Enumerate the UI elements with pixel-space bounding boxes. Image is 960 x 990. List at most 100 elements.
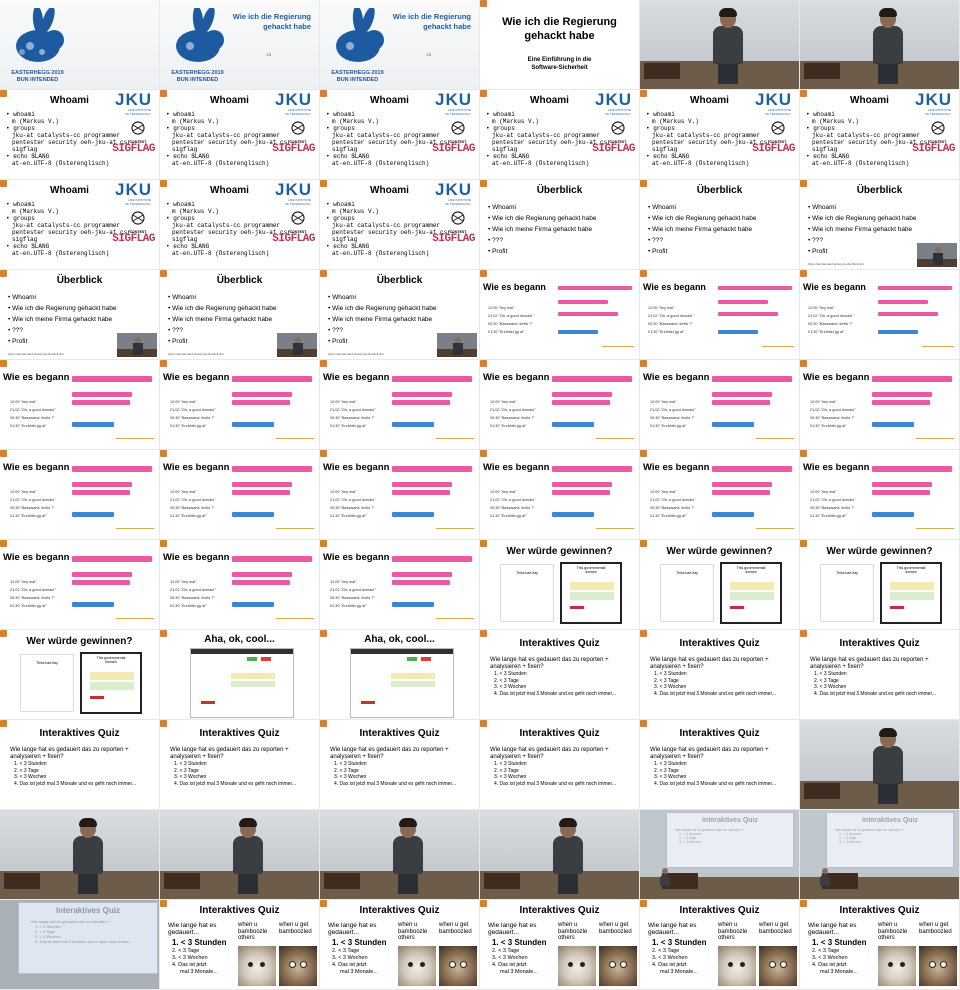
slide-whoami[interactable]: Whoami JKU LINZ INSTITUTE OF TECHNOLOGY … <box>320 180 480 270</box>
slide-ueberblick[interactable]: Überblick Whoami Wie ich die Regierung g… <box>0 270 160 360</box>
slide-chat[interactable]: Wie es begann 12:00 "hey mal" 21:02 "Oh,… <box>160 360 320 450</box>
slide-ueberblick[interactable]: Überblick Whoami Wie ich die Regierung g… <box>800 180 960 270</box>
slide-chat[interactable]: Wie es begann 12:00 "hey mal" 21:02 "Oh,… <box>640 270 800 360</box>
quiz-option[interactable]: mal 3 Monate... <box>652 969 698 976</box>
quiz-option[interactable]: mal 3 Monate... <box>332 969 378 976</box>
quiz-option-highlight[interactable]: 1. < 3 Stunden <box>812 938 866 947</box>
slide-chat[interactable]: Wie es begann 12:00 "hey mal" 21:02 "Oh,… <box>640 450 800 540</box>
quiz-option[interactable]: 4. Das ist jetzt mal 3 Monate und es geh… <box>334 781 456 788</box>
slide-chat[interactable]: Wie es begann 12:00 "hey mal" 21:02 "Oh,… <box>0 450 160 540</box>
video-projection[interactable]: Interaktives Quiz Wie lange hat es gedau… <box>800 810 960 900</box>
video-speaker[interactable] <box>0 810 160 900</box>
quiz-option[interactable]: 3. < 3 Wochen <box>172 955 218 962</box>
quiz-option[interactable]: 4. Das ist jetzt <box>172 962 218 969</box>
quiz-option[interactable]: 4. Das ist jetzt mal 3 Monate und es geh… <box>14 781 136 788</box>
slide-whoami[interactable]: Whoami JKU LINZ INSTITUTE OF TECHNOLOGY … <box>800 90 960 180</box>
quiz-option-highlight[interactable]: 1. < 3 Stunden <box>172 938 226 947</box>
slide-quiz-meme[interactable]: Interaktives Quiz Wie lange hat es gedau… <box>640 900 800 990</box>
slide-chat[interactable]: Wie es begann 12:00 "hey mal" 21:02 "Oh,… <box>640 360 800 450</box>
slide-quiz-meme[interactable]: Interaktives Quiz Wie lange hat es gedau… <box>320 900 480 990</box>
slide-whoami[interactable]: Whoami JKU LINZ INSTITUTE OF TECHNOLOGY … <box>0 90 160 180</box>
slide-quiz-meme[interactable]: Interaktives Quiz Wie lange hat es gedau… <box>160 900 320 990</box>
slide-whoami[interactable]: Whoami JKU LINZ INSTITUTE OF TECHNOLOGY … <box>160 90 320 180</box>
slide-quiz[interactable]: Interaktives Quiz Wie lange hat es gedau… <box>320 720 480 810</box>
slide-whoami[interactable]: Whoami JKU LINZ INSTITUTE OF TECHNOLOGY … <box>0 180 160 270</box>
slide-aha[interactable]: Aha, ok, cool... <box>320 630 480 720</box>
slide-chat[interactable]: Wie es begann 12:00 "hey mal" 21:02 "Oh,… <box>800 360 960 450</box>
slide-quiz[interactable]: Interaktives Quiz Wie lange hat es gedau… <box>480 630 640 720</box>
quiz-option[interactable]: 4. Das ist jetzt mal 3 Monate und es geh… <box>654 691 776 698</box>
slide-quiz[interactable]: Interaktives Quiz Wie lange hat es gedau… <box>160 720 320 810</box>
slide-whoami[interactable]: Whoami JKU LINZ INSTITUTE OF TECHNOLOGY … <box>480 90 640 180</box>
video-speaker[interactable] <box>800 0 960 90</box>
footnote-link[interactable]: https://derstandard.at/story/ueberblick-… <box>8 352 64 356</box>
video-speaker[interactable] <box>800 720 960 810</box>
quiz-option[interactable]: mal 3 Monate... <box>172 969 218 976</box>
video-speaker[interactable] <box>320 810 480 900</box>
slide-whoami[interactable]: Whoami JKU LINZ INSTITUTE OF TECHNOLOGY … <box>320 90 480 180</box>
slide-quiz[interactable]: Interaktives Quiz Wie lange hat es gedau… <box>0 720 160 810</box>
slide-chat[interactable]: Wie es begann 12:00 "hey mal" 21:02 "Oh,… <box>0 360 160 450</box>
quiz-option[interactable]: 3. < 3 Wochen <box>812 955 858 962</box>
slide-whoami[interactable]: Whoami JKU LINZ INSTITUTE OF TECHNOLOGY … <box>640 90 800 180</box>
slide-chat[interactable]: Wie es begann 12:00 "hey mal" 21:02 "Oh,… <box>480 270 640 360</box>
quiz-option[interactable]: 2. < 3 Tage <box>172 948 218 955</box>
slide-rabbit[interactable]: EASTERHEGG 2019 BUN INTENDED <box>0 0 160 90</box>
slide-ueberblick[interactable]: Überblick Whoami Wie ich die Regierung g… <box>320 270 480 360</box>
video-speaker[interactable] <box>480 810 640 900</box>
slide-chat[interactable]: Wie es begann 12:00 "hey mal" 21:02 "Oh,… <box>480 450 640 540</box>
slide-quiz[interactable]: Interaktives Quiz Wie lange hat es gedau… <box>640 720 800 810</box>
video-projection[interactable]: Interaktives Quiz Wie lange hat es gedau… <box>0 900 160 990</box>
slide-rabbit-title[interactable]: EASTERHEGG 2019 BUN INTENDED Wie ich die… <box>320 0 480 90</box>
slide-quiz[interactable]: Interaktives Quiz Wie lange hat es gedau… <box>640 630 800 720</box>
slide-title[interactable]: Wie ich die Regierung gehackt habe Eine … <box>480 0 640 90</box>
slide-whoami[interactable]: Whoami JKU LINZ INSTITUTE OF TECHNOLOGY … <box>160 180 320 270</box>
video-speaker[interactable] <box>160 810 320 900</box>
slide-quiz[interactable]: Interaktives Quiz Wie lange hat es gedau… <box>800 630 960 720</box>
quiz-option-highlight[interactable]: 1. < 3 Stunden <box>332 938 386 947</box>
quiz-option[interactable]: 2. < 3 Tage <box>812 948 858 955</box>
slide-chat[interactable]: Wie es begann 12:00 "hey mal" 21:02 "Oh,… <box>320 540 480 630</box>
quiz-option[interactable]: 4. Das ist jetzt <box>332 962 378 969</box>
slide-quiz-meme[interactable]: Interaktives Quiz Wie lange hat es gedau… <box>480 900 640 990</box>
quiz-option[interactable]: 4. Das ist jetzt mal 3 Monate und es geh… <box>494 781 616 788</box>
slide-chat[interactable]: Wie es begann 12:00 "hey mal" 21:02 "Oh,… <box>480 360 640 450</box>
slide-ueberblick[interactable]: Überblick Whoami Wie ich die Regierung g… <box>480 180 640 270</box>
quiz-option[interactable]: 4. Das ist jetzt mal 3 Monate und es geh… <box>494 691 616 698</box>
slide-quiz-meme[interactable]: Interaktives Quiz Wie lange hat es gedau… <box>800 900 960 990</box>
quiz-option[interactable]: 3. < 3 Wochen <box>332 955 378 962</box>
quiz-option[interactable]: mal 3 Monate... <box>812 969 858 976</box>
slide-chat[interactable]: Wie es begann 12:00 "hey mal" 21:02 "Oh,… <box>800 450 960 540</box>
quiz-option[interactable]: 2. < 3 Tage <box>492 948 538 955</box>
slide-chat[interactable]: Wie es begann 12:00 "hey mal" 21:02 "Oh,… <box>0 540 160 630</box>
quiz-option-highlight[interactable]: 1. < 3 Stunden <box>492 938 546 947</box>
slide-ueberblick[interactable]: Überblick Whoami Wie ich die Regierung g… <box>640 180 800 270</box>
slide-chat[interactable]: Wie es begann 12:00 "hey mal" 21:02 "Oh,… <box>800 270 960 360</box>
quiz-option[interactable]: 4. Das ist jetzt <box>492 962 538 969</box>
slide-aha[interactable]: Aha, ok, cool... <box>160 630 320 720</box>
slide-ueberblick[interactable]: Überblick Whoami Wie ich die Regierung g… <box>160 270 320 360</box>
slide-chat[interactable]: Wie es begann 12:00 "hey mal" 21:02 "Oh,… <box>320 450 480 540</box>
slide-rabbit-title[interactable]: EASTERHEGG 2019 BUN INTENDED Wie ich die… <box>160 0 320 90</box>
slide-chat[interactable]: Wie es begann 12:00 "hey mal" 21:02 "Oh,… <box>160 540 320 630</box>
slide-chat[interactable]: Wie es begann 12:00 "hey mal" 21:02 "Oh,… <box>160 450 320 540</box>
quiz-option[interactable]: 4. Das ist jetzt mal 3 Monate und es geh… <box>174 781 296 788</box>
quiz-option[interactable]: 4. Das ist jetzt mal 3 Monate und es geh… <box>814 691 936 698</box>
quiz-option[interactable]: 4. Das ist jetzt mal 3 Monate und es geh… <box>654 781 776 788</box>
slide-wer-wuerde-gewinnen[interactable]: Wer würde gewinnen? Thiss bad bay This g… <box>0 630 160 720</box>
video-speaker[interactable] <box>640 0 800 90</box>
quiz-option[interactable]: 3. < 3 Wochen <box>652 955 698 962</box>
footnote-link[interactable]: https://derstandard.at/story/ueberblick-… <box>328 352 384 356</box>
quiz-option[interactable]: 2. < 3 Tage <box>652 948 698 955</box>
quiz-option[interactable]: 2. < 3 Tage <box>332 948 378 955</box>
slide-chat[interactable]: Wie es begann 12:00 "hey mal" 21:02 "Oh,… <box>320 360 480 450</box>
footnote-link[interactable]: https://derstandard.at/story/ueberblick-… <box>168 352 224 356</box>
quiz-option[interactable]: 4. Das ist jetzt <box>812 962 858 969</box>
slide-wer-wuerde-gewinnen[interactable]: Wer würde gewinnen? Thiss bad bay This g… <box>480 540 640 630</box>
quiz-option[interactable]: mal 3 Monate... <box>492 969 538 976</box>
quiz-option[interactable]: 3. < 3 Wochen <box>492 955 538 962</box>
footnote-link[interactable]: https://derstandard.at/story/ueberblick-… <box>808 262 864 266</box>
video-projection[interactable]: Interaktives Quiz Wie lange hat es gedau… <box>640 810 800 900</box>
quiz-option-highlight[interactable]: 1. < 3 Stunden <box>652 938 706 947</box>
slide-wer-wuerde-gewinnen[interactable]: Wer würde gewinnen? Thiss bad bay This g… <box>640 540 800 630</box>
